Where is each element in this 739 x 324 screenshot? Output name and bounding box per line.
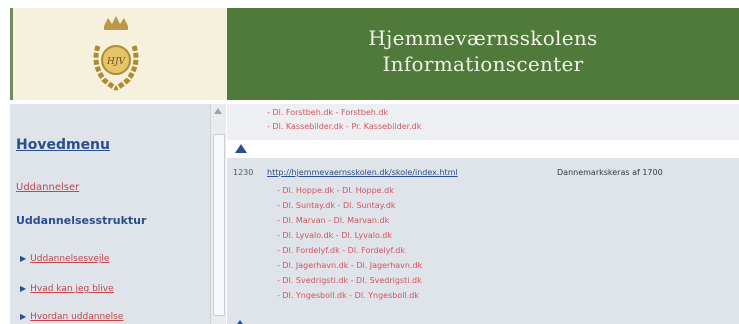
sidebar-scrollbar[interactable]: [210, 104, 226, 324]
sidebar-subitem[interactable]: ▶ Hvordan uddannelse: [20, 312, 123, 322]
scroll-to-top-arrow-icon[interactable]: [235, 144, 247, 153]
sidebar-menu: Hovedmenu Uddannelser Uddannelsesstruktu…: [10, 104, 210, 324]
main-menu-heading[interactable]: Hovedmenu: [16, 137, 110, 153]
sidebar-subitem-label: Hvad kan jeg blive: [30, 284, 114, 294]
logo-monogram: HJV: [106, 57, 126, 67]
link-line[interactable]: - Dl. Forstbeh.dk - Forstbeh.dk: [267, 108, 388, 117]
link-line[interactable]: - Dl. Kassebilder.dk - Pr. Kassebilder.d…: [267, 122, 421, 131]
logo-edge: [10, 8, 13, 100]
sidebar-subitem[interactable]: ▶ Hvad kan jeg blive: [20, 284, 114, 294]
link-line[interactable]: - Dl. Marvan - Dl. Marvan.dk: [277, 216, 389, 225]
sidebar-link-uddannelser[interactable]: Uddannelser: [16, 182, 79, 193]
sidebar-subitem[interactable]: ▶ Uddannelsesvejle: [20, 254, 109, 264]
hjv-logo-emblem: HJV: [93, 16, 139, 91]
link-line[interactable]: - Dl. Hoppe.dk - Dl. Hoppe.dk: [277, 186, 394, 195]
scroll-to-top-arrow-icon[interactable]: [235, 320, 245, 324]
browser-page: HJV Hjemmeværnsskolens Informationscente…: [10, 8, 739, 324]
logo-cell: HJV: [10, 8, 227, 100]
link-line[interactable]: - Dl. Lyvalo.dk - Dl. Lyvalo.dk: [277, 231, 392, 240]
entry-url-link[interactable]: http://hjemmevaernsskolen.dk/skole/index…: [267, 168, 458, 177]
link-line[interactable]: - Dl. Jagerhavn.dk - Dl. Jagerhavn.dk: [277, 261, 422, 270]
entry-description: Dannemarkskeras af 1700: [557, 168, 663, 177]
sidebar-subitem-label: Hvordan uddannelse: [30, 312, 124, 322]
banner-title-line1: Hjemmeværnsskolens: [368, 26, 598, 50]
banner-title-line2: Informationscenter: [382, 52, 584, 76]
bullet-icon: ▶: [20, 284, 27, 293]
site-banner: Hjemmeværnsskolens Informationscenter: [227, 8, 739, 100]
link-line[interactable]: - Dl. Suntay.dk - Dl. Suntay.dk: [277, 201, 396, 210]
previous-entry-block: - Dl. Forstbeh.dk - Forstbeh.dk - Dl. Ka…: [227, 104, 739, 140]
scroll-up-arrow-icon[interactable]: [214, 108, 222, 114]
entry-id: 1230: [233, 168, 254, 177]
sidebar-section-title: Uddannelsesstruktur: [16, 214, 147, 227]
link-line[interactable]: - Dl. Svedrigsti.dk - Dl. Svedrigsti.dk: [277, 276, 422, 285]
scrollbar-thumb[interactable]: [213, 134, 225, 316]
link-line[interactable]: - Dl. Fordelyf.dk - Dl. Fordelyf.dk: [277, 246, 405, 255]
main-content: - Dl. Forstbeh.dk - Forstbeh.dk - Dl. Ka…: [227, 104, 739, 324]
bullet-icon: ▶: [20, 312, 27, 321]
sidebar-subitem-label: Uddannelsesvejle: [30, 254, 110, 264]
bullet-icon: ▶: [20, 254, 27, 263]
link-line[interactable]: - Dl. Yngesboll.dk - Dl. Yngesboll.dk: [277, 291, 419, 300]
entry-separator: [227, 140, 739, 158]
